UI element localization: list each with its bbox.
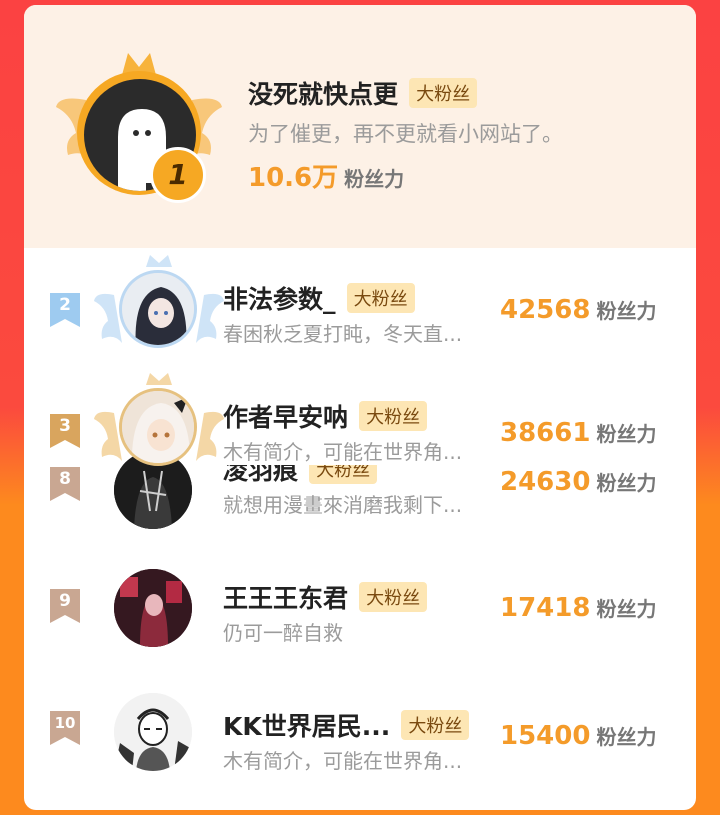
user-desc: 木有简介，可能在世界角... [223,749,463,773]
big-fan-badge: 大粉丝 [409,78,478,108]
fans-count: 24630 粉丝力 [500,467,656,497]
name-row: KK世界居民... 大粉丝 [223,707,470,743]
fans-count: 15400 粉丝力 [500,721,656,751]
avatar[interactable] [114,569,192,647]
rank-number: 9 [59,591,71,611]
user-desc: 木有简介，可能在世界角... [223,436,463,465]
list-item[interactable]: 3 作者早安呐 大粉丝 木有简介，可能在世界角... 38661 粉丝力 [24,373,696,466]
name-row: 王王王东君 大粉丝 [223,579,428,615]
fans-value: 10.6万 [248,163,339,193]
fan-ranking-card: 1 没死就快点更 大粉丝 为了催更，再不更就看小网站了。 10.6万粉丝力 2 [24,5,696,810]
fans-value: 17418 [500,593,591,623]
big-fan-badge: 大粉丝 [401,710,470,740]
user-name: 王王王东君 [223,584,349,613]
fans-unit-label: 粉丝力 [596,597,657,621]
rank-ribbon-icon: 3 [50,414,80,448]
rank-ribbon-icon: 2 [50,293,80,327]
rank-number: 10 [54,714,76,732]
big-fan-badge: 大粉丝 [346,283,415,313]
list-item[interactable]: 2 非法参数_ 大粉丝 春困秋乏夏打盹，冬天直... 42568 粉丝力 [24,250,696,360]
rank-number: 3 [59,416,71,436]
fans-unit-label: 粉丝力 [596,471,657,495]
rank-ribbon-icon: 10 [50,711,80,745]
fans-count: 17418 粉丝力 [500,593,656,623]
name-row: 非法参数_ 大粉丝 [223,280,415,316]
big-fan-badge: 大粉丝 [359,582,428,612]
user-desc: 就想用漫畫來消磨我剩下... [223,493,463,517]
list-item[interactable]: 10 KK世界居民... 大粉丝 木有简介，可能在世界角... 15400 粉丝力 [24,685,696,785]
rank-number: 2 [59,295,71,315]
top-fan-name-row: 没死就快点更 大粉丝 [248,75,478,111]
fans-count: 38661 粉丝力 [500,418,656,448]
avatar[interactable] [119,388,197,466]
list-item[interactable]: 9 王王王东君 大粉丝 仍可一醉自救 17418 粉丝力 [24,565,696,655]
avatar[interactable] [114,693,192,771]
user-desc: 春困秋乏夏打盹，冬天直... [223,322,463,346]
top-fan-fans: 10.6万 粉丝力 [248,157,404,194]
fans-value: 38661 [500,418,591,448]
rank-1-number: 1 [168,158,188,191]
user-name: 非法参数_ [223,285,336,314]
user-name: KK世界居民... [223,712,391,741]
user-name: 作者早安呐 [223,403,349,432]
user-desc: 仍可一醉自救 [223,621,343,645]
rank-number: 8 [59,469,71,489]
fans-unit-label: 粉丝力 [344,167,405,191]
fans-value: 24630 [500,467,591,497]
name-row: 作者早安呐 大粉丝 [223,398,428,434]
fans-unit-label: 粉丝力 [596,299,657,323]
top-fan-name: 没死就快点更 [248,80,399,109]
red-neon-avatar-icon [114,569,192,647]
fans-value: 15400 [500,721,591,751]
fans-unit-label: 粉丝力 [596,725,657,749]
rank-ribbon-icon: 8 [50,467,80,501]
fans-count: 42568 粉丝力 [500,295,656,325]
rank-1-medal: 1 [150,147,206,203]
rank-ribbon-icon: 9 [50,589,80,623]
top-fan-section[interactable]: 1 没死就快点更 大粉丝 为了催更，再不更就看小网站了。 10.6万 粉丝力 [24,5,696,248]
fans-unit-label: 粉丝力 [596,422,657,446]
top-fan-desc: 为了催更，再不更就看小网站了。 [248,122,563,146]
manga-character-avatar-icon [114,693,192,771]
fans-value: 42568 [500,295,591,325]
avatar[interactable] [119,270,197,348]
big-fan-badge: 大粉丝 [359,401,428,431]
